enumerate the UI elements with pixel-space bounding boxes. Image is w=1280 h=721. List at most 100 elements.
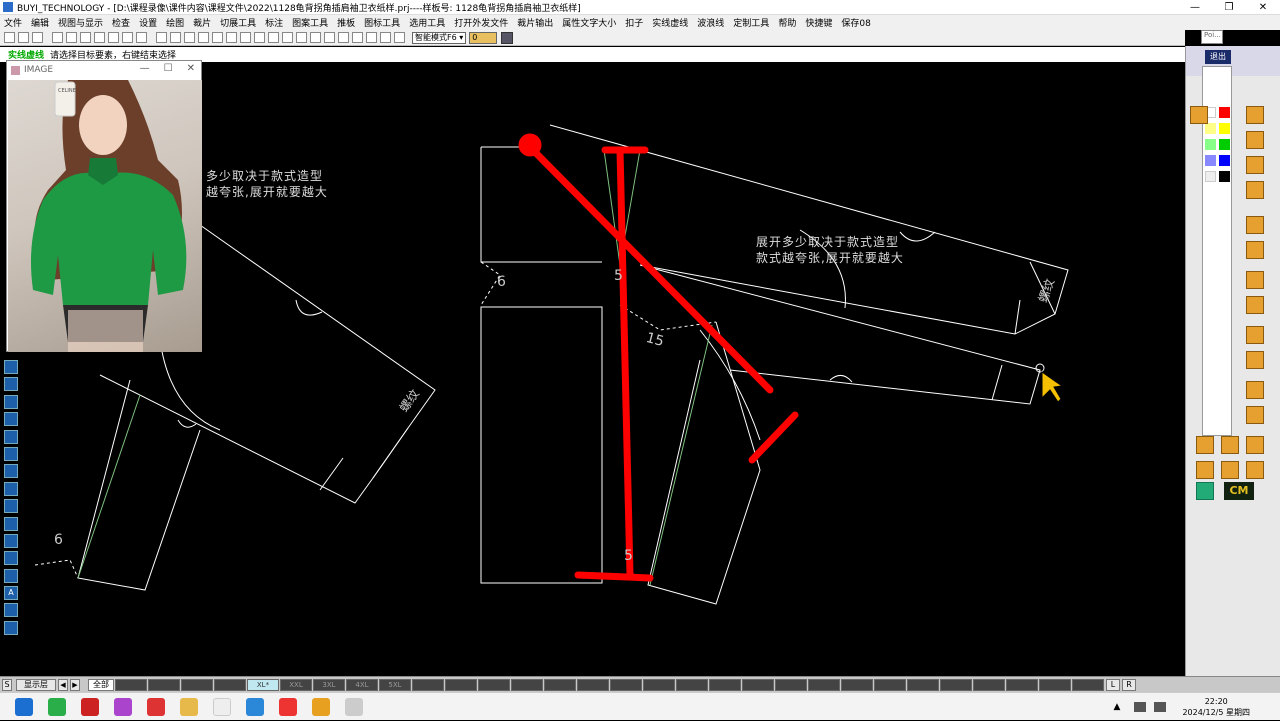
size-xxl[interactable]: XXL [280,678,312,691]
size-slot[interactable] [181,678,213,691]
right-tool-10-icon[interactable] [1246,326,1264,344]
wechat-icon[interactable] [48,697,66,716]
right-tool-12-icon[interactable] [1246,381,1264,399]
cm-unit-button[interactable]: CM [1224,482,1254,500]
redo-icon[interactable] [136,32,147,43]
right-tool-16-icon[interactable] [1246,436,1264,454]
swatch-blue[interactable] [1219,155,1230,166]
menu-settings[interactable]: 设置 [139,16,157,29]
size-slot[interactable] [808,678,840,691]
mirror-icon[interactable] [366,32,377,43]
l-button[interactable]: L [1106,678,1120,691]
size-3xl[interactable]: 3XL [313,678,345,691]
arc-tool-icon[interactable] [4,464,18,479]
size-slot[interactable] [1039,678,1071,691]
swatch-black[interactable] [1219,171,1230,182]
minimize-button[interactable]: — [1178,0,1212,15]
swatch-red[interactable] [1219,107,1230,118]
undo-icon[interactable] [122,32,133,43]
ruler-tool-icon[interactable] [4,412,18,427]
start-icon[interactable] [15,697,33,716]
square-tool-icon[interactable] [4,360,18,374]
grid-icon[interactable] [310,32,321,43]
right-tool-19-icon[interactable] [1246,461,1264,479]
all-sizes-button[interactable]: 全部 [88,678,114,691]
menu-pieces[interactable]: 裁片 [193,16,211,29]
size-slot[interactable] [643,678,675,691]
size-slot[interactable] [907,678,939,691]
move-icon[interactable] [170,32,181,43]
poi-tab[interactable]: Poi... [1201,30,1223,44]
layer-display-button[interactable]: 显示层 [16,678,56,691]
swatch-yellow[interactable] [1219,123,1230,134]
s-button[interactable]: S [2,678,12,691]
menu-pattern-tools[interactable]: 图案工具 [292,16,328,29]
menu-draw[interactable]: 绘图 [166,16,184,29]
select-arrow-icon[interactable] [156,32,167,43]
scissor-icon[interactable] [296,32,307,43]
right-tool-13-icon[interactable] [1246,406,1264,424]
scale-icon[interactable] [212,32,223,43]
settings-icon[interactable] [394,32,405,43]
size-slot[interactable] [874,678,906,691]
cup-tool-icon[interactable] [4,516,18,531]
paint-icon[interactable] [380,32,391,43]
menu-check[interactable]: 检查 [112,16,130,29]
bucket-tool-icon[interactable] [4,429,18,444]
menu-output[interactable]: 裁片输出 [517,16,553,29]
menu-cut-spread[interactable]: 切展工具 [220,16,256,29]
menu-view[interactable]: 视图与显示 [58,16,103,29]
menu-buttons[interactable]: 扣子 [625,16,643,29]
rotate-icon[interactable] [226,32,237,43]
size-slot[interactable] [412,678,444,691]
right-tool-7-icon[interactable] [1246,241,1264,259]
right-tool-4-icon[interactable] [1246,156,1264,174]
volume-icon[interactable] [1154,702,1167,712]
reference-image-window[interactable]: IMAGE — ☐ ✕ CELINE [6,60,202,352]
r-button[interactable]: R [1122,678,1136,691]
size-4xl[interactable]: 4XL [346,678,378,691]
right-tool-6-icon[interactable] [1246,216,1264,234]
zoom-window-icon[interactable] [108,32,119,43]
add-point-icon[interactable] [198,32,209,43]
size-slot[interactable] [841,678,873,691]
mode-dropdown[interactable]: 智能模式F6 ▾ [412,31,467,44]
close-button[interactable]: ✕ [1246,0,1280,15]
triangle-icon[interactable] [268,32,279,43]
right-tool-11-icon[interactable] [1246,351,1264,369]
align-tool-icon[interactable] [4,551,18,566]
size-slot[interactable] [478,678,510,691]
mode-value-input[interactable]: 0 [469,31,498,44]
fork-icon[interactable] [240,32,251,43]
measure-icon[interactable] [184,32,195,43]
size-slot[interactable] [676,678,708,691]
maximize-button[interactable]: ❐ [1212,0,1246,15]
zoom-out-icon[interactable] [66,32,77,43]
size-slot[interactable] [148,678,180,691]
folder-icon[interactable] [180,697,198,716]
app-record-icon[interactable] [147,697,165,716]
menu-select-tools[interactable]: 选用工具 [409,16,445,29]
right-tool-20-icon[interactable] [1196,482,1214,500]
app-red-icon[interactable] [81,697,99,716]
right-tool-1-icon[interactable] [1190,106,1208,124]
menu-help[interactable]: 帮助 [778,16,796,29]
color-icon[interactable] [324,32,335,43]
new-file-icon[interactable] [4,32,15,43]
network-icon[interactable] [1134,702,1147,712]
swatch-light-blue[interactable] [1205,155,1216,166]
size-slot[interactable] [577,678,609,691]
menu-save[interactable]: 保存08 [841,16,870,29]
app-purple-icon[interactable] [114,697,132,716]
pan-hand-icon[interactable] [94,32,105,43]
size-slot[interactable] [511,678,543,691]
app-blue-icon[interactable] [246,697,264,716]
mode-apply-button[interactable] [501,31,514,44]
right-tool-2-icon[interactable] [1246,106,1264,124]
list-tool-icon[interactable] [4,499,18,514]
menu-solid-dashed[interactable]: 实线虚线 [652,16,688,29]
swatch-light-yellow[interactable] [1205,123,1216,134]
tray-chevron-icon[interactable]: ▲ [1114,702,1121,712]
size-slot[interactable] [115,678,147,691]
right-tool-14-icon[interactable] [1196,436,1214,454]
